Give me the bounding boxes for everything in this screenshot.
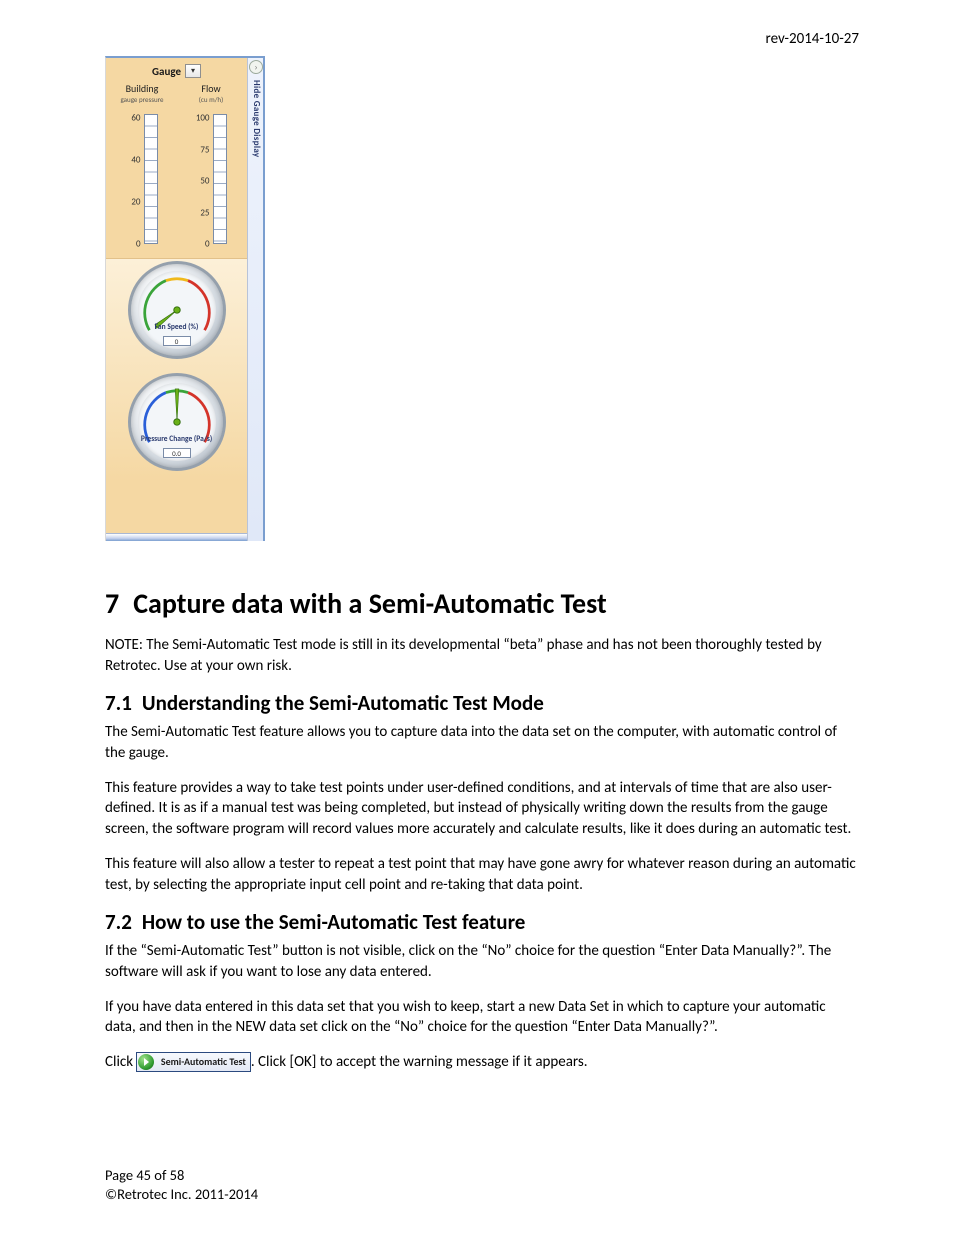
revision-text: rev-2014-10-27 — [105, 30, 859, 48]
panel-footer-bar — [106, 533, 247, 541]
heading-text: Capture data with a Semi-Automatic Test — [133, 586, 607, 621]
text-fragment: . Click [OK] to accept the warning messa… — [251, 1053, 588, 1071]
button-label: Semi-Automatic Test — [161, 1054, 246, 1070]
body-paragraph: This feature provides a way to take test… — [105, 778, 859, 840]
body-paragraph: This feature will also allow a tester to… — [105, 854, 859, 895]
bar-tick: 0 — [205, 239, 210, 250]
bar-tick: 75 — [200, 144, 209, 155]
bar-tick: 50 — [200, 176, 209, 187]
text-fragment: Click — [105, 1053, 136, 1071]
pressure-change-dial: Pressure Change (Pa/s) 0.0 — [128, 373, 226, 471]
dial-readout: 0.0 — [163, 448, 191, 458]
building-pressure-bar: Building gauge pressure 60 40 20 0 — [115, 82, 170, 244]
page-footer: Page 45 of 58 ©Retrotec Inc. 2011-2014 — [105, 1166, 258, 1205]
bar-tick: 0 — [136, 239, 141, 250]
click-instruction-paragraph: Click Semi-Automatic Test . Click [OK] t… — [105, 1052, 859, 1073]
bar-tick: 100 — [196, 113, 210, 124]
gauge-dropdown-label: Gauge — [152, 65, 181, 78]
bar-track — [144, 114, 158, 244]
side-strip: › Hide Gauge Display — [247, 58, 263, 541]
fan-speed-dial: Fan Speed (%) 0 — [128, 261, 226, 359]
heading-text: How to use the Semi-Automatic Test featu… — [142, 909, 525, 935]
bar-title: Building — [115, 82, 170, 95]
gauge-dropdown[interactable]: ▾ — [185, 64, 201, 78]
body-paragraph: If the “Semi-Automatic Test” button is n… — [105, 941, 859, 982]
bar-title: Flow — [184, 82, 239, 95]
note-paragraph: NOTE: The Semi-Automatic Test mode is st… — [105, 635, 859, 676]
bar-tick: 25 — [200, 207, 209, 218]
hide-gauge-display-label[interactable]: Hide Gauge Display — [251, 80, 262, 157]
bar-subtitle: gauge pressure — [115, 95, 170, 104]
dial-label: Pressure Change (Pa/s) — [131, 435, 223, 444]
heading-number: 7 — [105, 586, 133, 621]
heading-7-2: 7.2How to use the Semi-Automatic Test fe… — [105, 909, 859, 935]
play-icon — [138, 1054, 154, 1070]
copyright-text: ©Retrotec Inc. 2011-2014 — [105, 1185, 258, 1205]
body-paragraph: The Semi-Automatic Test feature allows y… — [105, 722, 859, 763]
heading-text: Understanding the Semi-Automatic Test Mo… — [142, 690, 544, 716]
gauge-panel-screenshot: › Hide Gauge Display Gauge ▾ Building ga… — [105, 56, 265, 541]
bar-tick: 40 — [131, 154, 140, 165]
body-paragraph: If you have data entered in this data se… — [105, 997, 859, 1038]
heading-number: 7.1 — [105, 690, 142, 716]
bar-subtitle: (cu m/h) — [184, 95, 239, 104]
semi-automatic-test-button[interactable]: Semi-Automatic Test — [136, 1052, 250, 1072]
bar-tick: 20 — [131, 197, 140, 208]
dial-label: Fan Speed (%) — [131, 323, 223, 332]
flow-bar: Flow (cu m/h) 100 75 50 25 0 — [184, 82, 239, 244]
bar-track — [213, 114, 227, 244]
heading-number: 7.2 — [105, 909, 142, 935]
page-number: Page 45 of 58 — [105, 1166, 258, 1186]
dial-readout: 0 — [163, 336, 191, 346]
bar-tick: 60 — [131, 113, 140, 124]
collapse-icon[interactable]: › — [249, 60, 263, 74]
heading-7: 7Capture data with a Semi-Automatic Test — [105, 586, 859, 621]
heading-7-1: 7.1Understanding the Semi-Automatic Test… — [105, 690, 859, 716]
